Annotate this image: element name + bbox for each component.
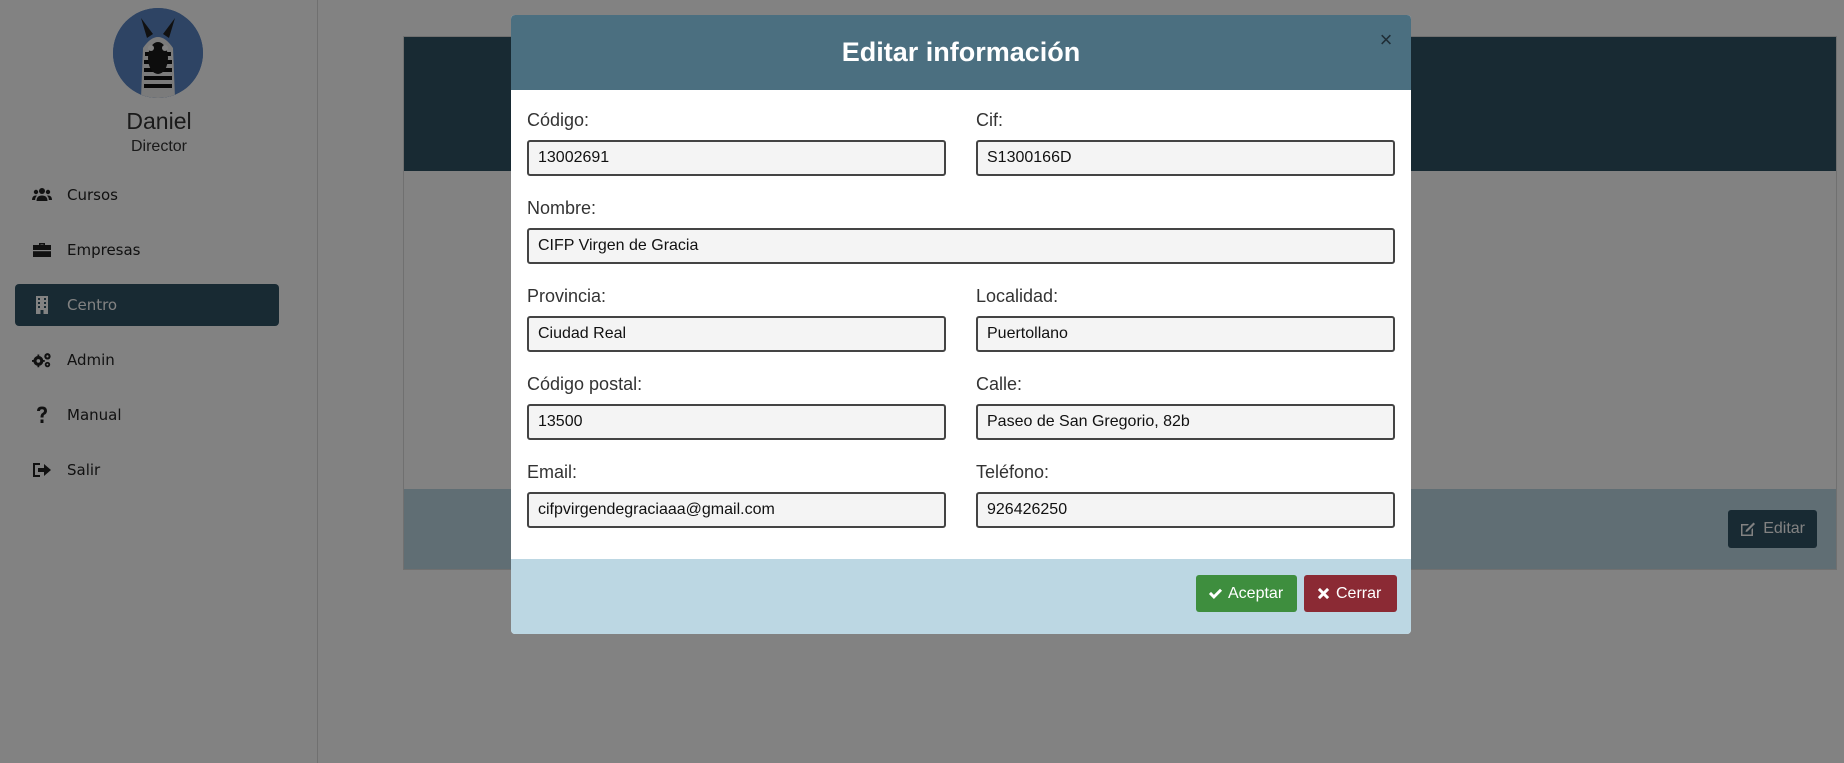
modal-footer: Aceptar Cerrar <box>511 559 1411 634</box>
telefono-field[interactable] <box>976 492 1395 528</box>
close-icon[interactable]: × <box>1375 29 1397 51</box>
cancel-button[interactable]: Cerrar <box>1304 575 1397 612</box>
accept-button-label: Aceptar <box>1228 584 1284 602</box>
cancel-button-label: Cerrar <box>1336 584 1382 602</box>
edit-info-modal: Editar información × Código: Cif: Nombre… <box>511 15 1411 634</box>
email-label: Email: <box>527 462 578 482</box>
cif-label: Cif: <box>976 110 1003 130</box>
telefono-label: Teléfono: <box>976 462 1050 482</box>
check-icon <box>1208 588 1223 599</box>
modal-title: Editar información <box>841 37 1081 67</box>
provincia-label: Provincia: <box>527 286 607 306</box>
email-field[interactable] <box>527 492 946 528</box>
codigo-postal-label: Código postal: <box>527 374 643 394</box>
calle-label: Calle: <box>976 374 1023 394</box>
provincia-field[interactable] <box>527 316 946 352</box>
localidad-field[interactable] <box>976 316 1395 352</box>
modal-header: Editar información × <box>511 15 1411 90</box>
nombre-label: Nombre: <box>527 198 597 218</box>
codigo-label: Código: <box>527 110 590 130</box>
modal-body: Código: Cif: Nombre: Provincia: Localida… <box>511 90 1411 559</box>
cif-field[interactable] <box>976 140 1395 176</box>
localidad-label: Localidad: <box>976 286 1059 306</box>
nombre-field[interactable] <box>527 228 1395 264</box>
codigo-field[interactable] <box>527 140 946 176</box>
codigo-postal-field[interactable] <box>527 404 946 440</box>
times-icon <box>1317 587 1330 600</box>
accept-button[interactable]: Aceptar <box>1196 575 1297 612</box>
calle-field[interactable] <box>976 404 1395 440</box>
